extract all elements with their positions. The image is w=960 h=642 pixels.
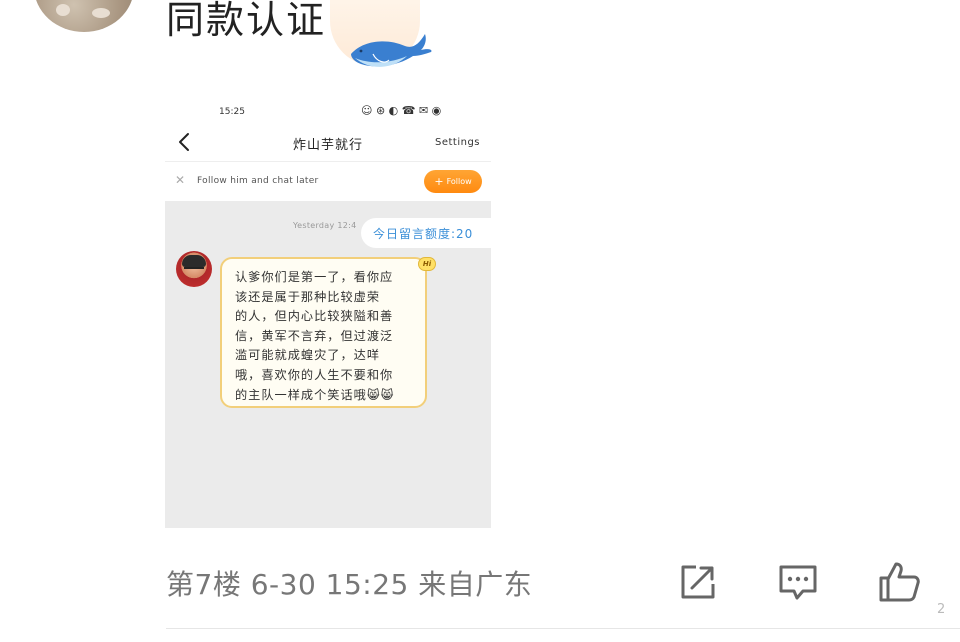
message-quota-badge: 今日留言额度:20 — [361, 218, 491, 248]
close-icon[interactable]: ✕ — [175, 173, 185, 187]
settings-link[interactable]: Settings — [435, 137, 480, 148]
hi-badge-icon: Hi — [418, 257, 436, 271]
attached-screenshot[interactable]: 15:25 ☺ ⊛ ◐ ☎ ✉ ◉ 炸山芋就行 Settings ✕ Follo… — [165, 98, 491, 528]
plus-icon: + — [434, 175, 444, 188]
message-text: 认爹你们是第一了，看你应 该还是属于那种比较虚荣 的人，但内心比较狭隘和善 信，… — [235, 270, 395, 402]
chat-area: Yesterday 12:4 今日留言额度:20 认爹你们是第一了，看你应 该还… — [165, 201, 491, 528]
share-icon[interactable] — [676, 560, 720, 604]
message-bubble: 认爹你们是第一了，看你应 该还是属于那种比较虚荣 的人，但内心比较狭隘和善 信，… — [220, 257, 427, 408]
post-meta: 第7楼 6-30 15:25 来自广东 — [166, 568, 533, 601]
follow-button-label: Follow — [446, 177, 472, 186]
follow-banner: ✕ Follow him and chat later + Follow — [165, 162, 491, 201]
whale-sticker-icon — [351, 34, 432, 67]
follow-hint: Follow him and chat later — [197, 176, 319, 186]
status-time: 15:25 — [219, 107, 245, 117]
comment-icon[interactable] — [776, 560, 820, 604]
sender-avatar[interactable] — [176, 251, 212, 287]
status-icons: ☺ ⊛ ◐ ☎ ✉ ◉ — [361, 104, 442, 117]
divider — [166, 628, 960, 629]
message-timestamp: Yesterday 12:4 — [293, 221, 357, 230]
like-count: 2 — [937, 602, 946, 617]
user-avatar[interactable] — [34, 0, 134, 32]
status-bar: 15:25 ☺ ⊛ ◐ ☎ ✉ ◉ — [165, 98, 491, 126]
follow-button[interactable]: + Follow — [424, 170, 482, 193]
thumbs-up-icon[interactable] — [877, 560, 921, 604]
post-content: 同款认证 — [166, 0, 327, 42]
post-page: 同款认证 15:25 ☺ ⊛ ◐ ☎ ✉ ◉ 炸山芋就行 Settings ✕ … — [0, 0, 960, 642]
chat-header: 炸山芋就行 Settings — [165, 126, 491, 162]
